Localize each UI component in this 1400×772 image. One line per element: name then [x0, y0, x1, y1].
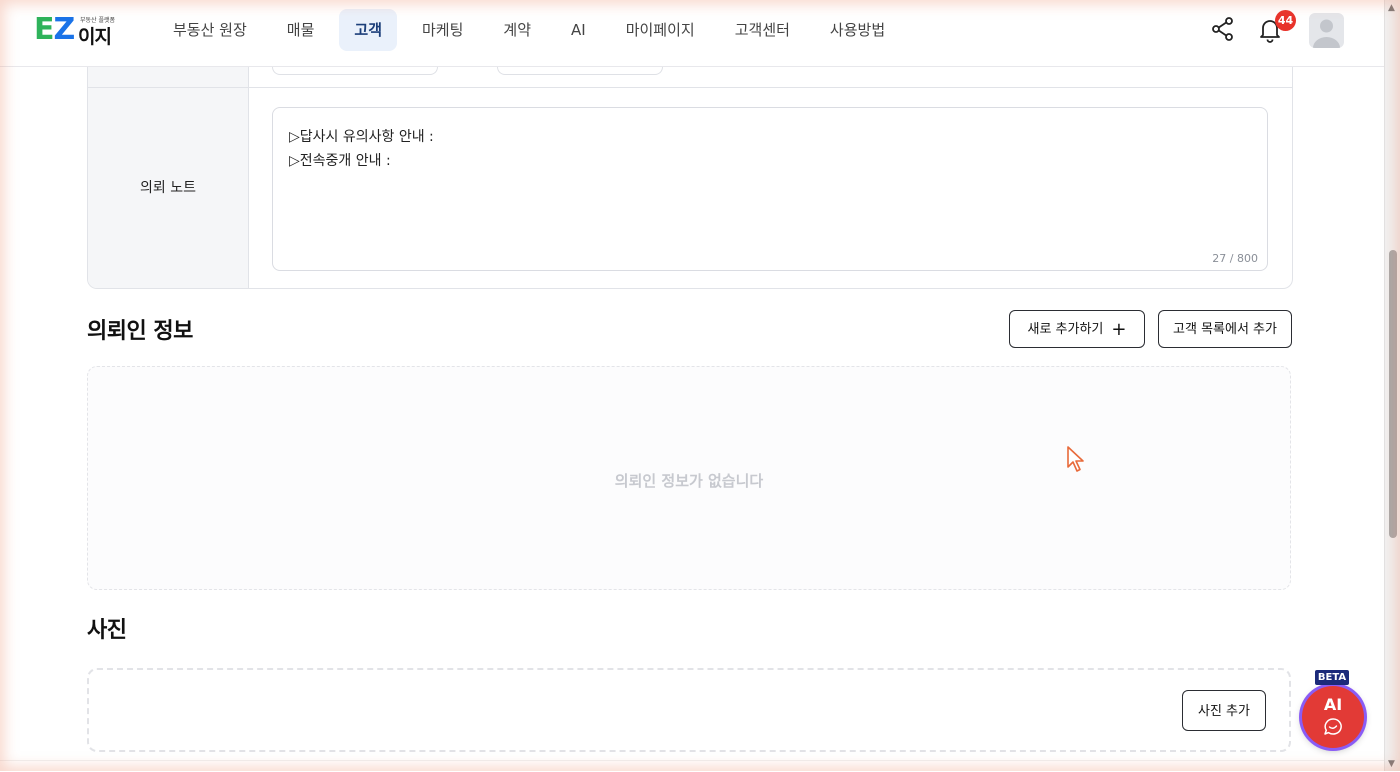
logo-mark: EZ: [34, 12, 76, 47]
add-new-label: 새로 추가하기: [1027, 322, 1104, 337]
bottom-overflow-strip: [0, 760, 1384, 772]
label-column: [88, 50, 249, 288]
nav-item-marketing[interactable]: 마케팅: [407, 9, 478, 51]
request-note-table: 의뢰 노트 ▷답사시 유의사항 안내 : ▷전속중개 안내 : 27 / 800: [87, 50, 1293, 289]
top-header: EZ 부동산 플랫폼 이지 부동산 원장 매물 고객 마케팅 계약 AI 마이페…: [0, 0, 1384, 67]
nav-item-mypage[interactable]: 마이페이지: [611, 9, 710, 51]
nav-item-howto[interactable]: 사용방법: [815, 9, 900, 51]
main-nav: 부동산 원장 매물 고객 마케팅 계약 AI 마이페이지 고객센터 사용방법: [158, 9, 910, 51]
request-note-label: 의뢰 노트: [140, 180, 196, 196]
scroll-down-arrow-icon[interactable]: ▼: [1388, 759, 1395, 769]
scroll-thumb[interactable]: [1389, 250, 1397, 538]
notification-count-badge: 44: [1275, 10, 1296, 31]
char-counter: 27 / 800: [1212, 252, 1258, 265]
ai-label: AI: [1323, 695, 1343, 714]
add-new-requester-button[interactable]: 새로 추가하기 +: [1009, 310, 1145, 348]
scroll-up-arrow-icon[interactable]: ▲: [1388, 3, 1395, 13]
note-line-1: ▷답사시 유의사항 안내 :: [289, 129, 434, 145]
nav-item-contracts[interactable]: 계약: [488, 9, 546, 51]
empty-state-text: 의뢰인 정보가 없습니다: [614, 472, 764, 490]
nav-item-ledger[interactable]: 부동산 원장: [158, 9, 262, 51]
plus-icon: +: [1111, 319, 1127, 340]
request-note-textarea[interactable]: ▷답사시 유의사항 안내 : ▷전속중개 안내 : 27 / 800: [272, 107, 1268, 271]
ai-assistant-button[interactable]: AI: [1302, 686, 1364, 748]
add-photo-button[interactable]: 사진 추가: [1182, 690, 1266, 731]
logo-korean: 이지: [78, 26, 112, 48]
row-divider: [88, 87, 1292, 88]
photos-section-title: 사진: [87, 618, 127, 643]
vertical-scrollbar[interactable]: ▲ ▼: [1384, 0, 1400, 771]
photo-upload-area[interactable]: [87, 668, 1291, 752]
requester-section-title: 의뢰인 정보: [87, 319, 193, 344]
nav-item-ai[interactable]: AI: [556, 9, 601, 51]
logo-letter-e: E: [34, 12, 54, 47]
chat-bubble-icon: [1323, 717, 1343, 737]
logo-letter-z: Z: [53, 12, 76, 47]
nav-item-support[interactable]: 고객센터: [720, 9, 805, 51]
requester-empty-state: 의뢰인 정보가 없습니다: [87, 366, 1291, 590]
note-line-2: ▷전속중개 안내 :: [289, 153, 391, 169]
ez-logo[interactable]: EZ 부동산 플랫폼 이지: [34, 12, 118, 49]
beta-badge: BETA: [1315, 670, 1349, 685]
add-from-customer-list-button[interactable]: 고객 목록에서 추가: [1158, 310, 1292, 348]
nav-item-listings[interactable]: 매물: [272, 9, 330, 51]
user-avatar-icon[interactable]: [1309, 13, 1344, 48]
share-icon[interactable]: [1208, 14, 1238, 44]
nav-item-customers[interactable]: 고객: [339, 9, 397, 51]
mouse-cursor-icon: [1066, 445, 1088, 473]
